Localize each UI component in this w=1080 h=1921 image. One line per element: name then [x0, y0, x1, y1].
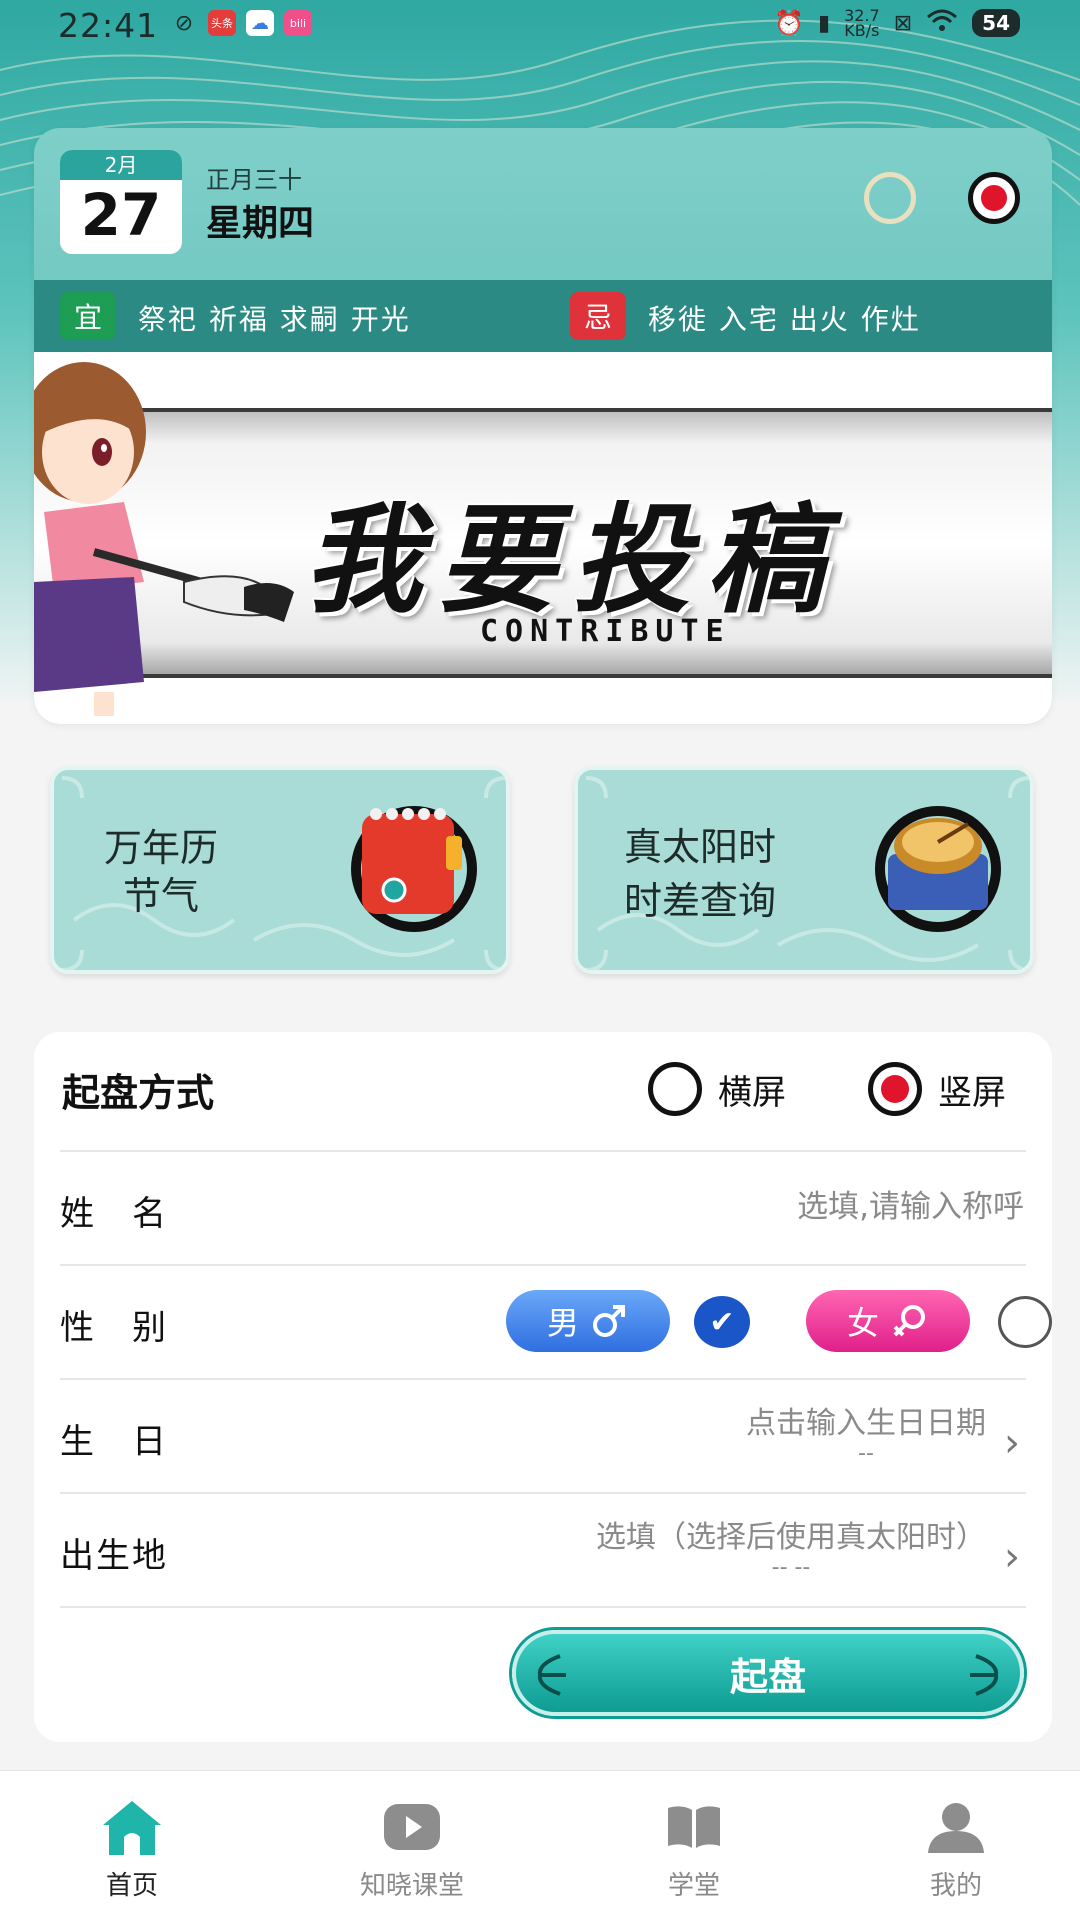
home-icon [103, 1801, 161, 1855]
nav-profile[interactable]: 我的 [866, 1797, 1046, 1902]
vibrate-icon: ▮ [817, 10, 831, 36]
user-icon [928, 1803, 984, 1853]
birthplace-row[interactable]: 出生地 选填（选择后使用真太阳时） -- -- › [60, 1492, 1026, 1608]
ji-items: 移徙 入宅 出火 作灶 [648, 303, 921, 336]
theme-ring-icon[interactable] [864, 172, 916, 224]
network-speed: 32.7 KB/s [844, 6, 880, 40]
alarm-icon: ⏰ [774, 9, 804, 37]
birthplace-label: 出生地 [60, 1536, 168, 1576]
true-solar-time-card[interactable]: 真太阳时 时差查询 [574, 766, 1034, 974]
male-checkbox[interactable]: ✔ [694, 1296, 750, 1348]
nav-classroom[interactable]: 知晓课堂 [322, 1797, 502, 1902]
status-bar: 22:41 ⊘ 头条 ☁ bili ⏰ ▮ 32.7 KB/s ⊠ 54 [0, 0, 1080, 50]
perpetual-calendar-card[interactable]: 万年历 节气 [50, 766, 510, 974]
mascot-illustration [34, 362, 294, 716]
date-month: 2月 [60, 150, 182, 180]
name-label: 姓 名 [60, 1194, 168, 1234]
banner-subtitle: CONTRIBUTE [480, 614, 731, 649]
gender-label: 性 别 [60, 1308, 168, 1348]
cloud-icon: ☁ [246, 10, 274, 36]
birthday-label: 生 日 [60, 1422, 168, 1462]
chevron-right-icon: › [1004, 1420, 1020, 1466]
gender-male-button[interactable]: 男 [506, 1290, 670, 1352]
female-symbol-icon [893, 1305, 925, 1337]
name-row: 姓 名 [60, 1150, 1026, 1266]
almanac-card: 2月 27 正月三十 星期四 宜 祭祀 祈福 求嗣 开光 忌 移徙 入宅 出火 … [34, 128, 1052, 724]
record-icon[interactable] [968, 172, 1020, 224]
gender-female-button[interactable]: 女 [806, 1290, 970, 1352]
left-ornament-icon [537, 1654, 566, 1696]
feature-label: 真太阳时 时差查询 [624, 825, 777, 923]
birthplace-picker[interactable]: 选填（选择后使用真太阳时） -- -- [596, 1512, 986, 1580]
almanac-bar[interactable]: 宜 祭祀 祈福 求嗣 开光 忌 移徙 入宅 出火 作灶 [34, 280, 1052, 352]
calendar-book-icon [351, 806, 477, 932]
female-checkbox[interactable] [998, 1296, 1052, 1348]
lunar-date: 正月三十 [206, 166, 302, 194]
date-tile[interactable]: 2月 27 [60, 150, 182, 254]
toutiao-icon: 头条 [208, 10, 236, 36]
feature-label: 万年历 节气 [104, 826, 219, 918]
battery-level: 54 [972, 9, 1020, 37]
sim-icon: ⊠ [893, 10, 913, 36]
date-day: 27 [80, 181, 162, 249]
yi-badge: 宜 [60, 292, 116, 340]
radio-selected-icon [868, 1062, 922, 1116]
chart-setup-form: 起盘方式 横屏 竖屏 姓 名 性 别 男 ✔ 女 生 日 点击输入生日日期 --… [34, 1032, 1052, 1742]
birthday-picker[interactable]: 点击输入生日日期 -- [746, 1398, 986, 1466]
chevron-right-icon: › [1004, 1534, 1020, 1580]
form-title: 起盘方式 [62, 1071, 215, 1115]
ji-badge: 忌 [570, 292, 626, 340]
start-chart-button[interactable]: 起盘 [512, 1630, 1024, 1716]
wifi-icon [926, 9, 958, 37]
name-input[interactable] [602, 1188, 1026, 1226]
nav-home[interactable]: 首页 [42, 1797, 222, 1902]
status-app-icons: ⊘ 头条 ☁ bili [170, 10, 312, 36]
status-indicators: ⏰ ▮ 32.7 KB/s ⊠ 54 [774, 6, 1020, 40]
contribute-banner[interactable]: 我要投稿 CONTRIBUTE [34, 352, 1052, 724]
radio-unselected-icon [648, 1062, 702, 1116]
bottom-nav: 首页 知晓课堂 学堂 我的 [0, 1770, 1080, 1921]
weekday: 星期四 [206, 203, 315, 244]
nav-academy[interactable]: 学堂 [604, 1797, 784, 1902]
birthday-row[interactable]: 生 日 点击输入生日日期 -- › [60, 1378, 1026, 1494]
bilibili-icon: bili [284, 10, 312, 36]
sundial-icon [875, 806, 1001, 932]
gender-row: 性 别 男 ✔ 女 [60, 1264, 1052, 1380]
book-icon [668, 1806, 720, 1848]
video-play-icon [384, 1804, 440, 1850]
orientation-landscape-option[interactable]: 横屏 [648, 1062, 786, 1116]
form-divider [60, 1606, 1026, 1608]
orientation-portrait-option[interactable]: 竖屏 [868, 1062, 1006, 1116]
status-time: 22:41 [58, 6, 159, 45]
male-symbol-icon [593, 1305, 625, 1337]
leaf-icon: ⊘ [174, 10, 194, 36]
yi-items: 祭祀 祈福 求嗣 开光 [138, 303, 411, 336]
right-ornament-icon [970, 1654, 999, 1696]
banner-title: 我要投稿 [304, 491, 841, 629]
